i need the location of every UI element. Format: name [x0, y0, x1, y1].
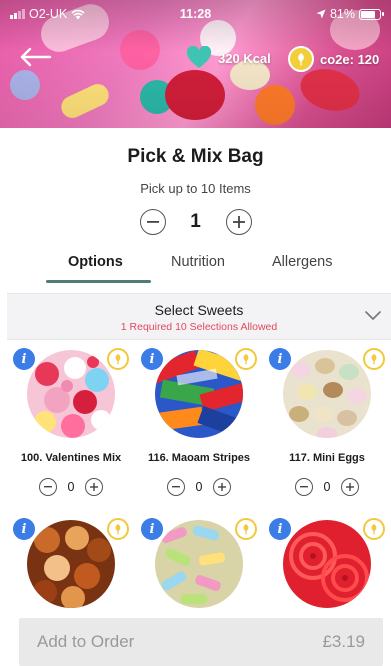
- product-image: [27, 350, 115, 438]
- plus-icon: [218, 483, 226, 491]
- eco-leaf-icon: [107, 518, 129, 540]
- item-stepper: 0: [135, 478, 263, 496]
- product-card[interactable]: i 117. Mini Eggs 0: [263, 344, 391, 514]
- decrease-quantity-button[interactable]: [139, 209, 166, 235]
- item-quantity: 0: [67, 480, 75, 494]
- section-title: Select Sweets: [154, 302, 244, 318]
- product-name: 116. Maoam Stripes: [147, 452, 251, 464]
- product-image: [155, 520, 243, 608]
- location-arrow-icon: [316, 9, 326, 19]
- decrease-item-button[interactable]: [167, 478, 185, 496]
- minus-icon: [44, 486, 52, 488]
- increase-item-button[interactable]: [341, 478, 359, 496]
- hero-banner: O2-UK 11:28 81% 320 Kcal co2e: 120: [0, 0, 391, 128]
- product-image: [155, 350, 243, 438]
- order-price: £3.19: [322, 632, 365, 651]
- product-name: 100. Valentines Mix: [20, 452, 122, 464]
- plus-icon: [90, 483, 98, 491]
- tab-nutrition[interactable]: Nutrition: [171, 254, 225, 270]
- tab-options[interactable]: Options: [68, 254, 123, 270]
- item-quantity: 0: [195, 480, 203, 494]
- status-bar: O2-UK 11:28 81%: [0, 6, 391, 24]
- decrease-item-button[interactable]: [295, 478, 313, 496]
- eco-leaf-icon: [107, 348, 129, 370]
- select-sweets-header[interactable]: Select Sweets 1 Required 10 Selections A…: [7, 293, 391, 340]
- product-image: [27, 520, 115, 608]
- add-to-order-label: Add to Order: [37, 632, 135, 651]
- active-tab-indicator: [46, 280, 151, 283]
- co2-value: co2e: 120: [320, 51, 380, 67]
- plus-icon: [346, 483, 354, 491]
- eco-leaf-icon: [235, 348, 257, 370]
- quantity-stepper: 1: [0, 209, 391, 235]
- decrease-item-button[interactable]: [39, 478, 57, 496]
- battery-percent: 81%: [329, 7, 355, 21]
- item-stepper: 0: [7, 478, 135, 496]
- calorie-value: 320 Kcal: [218, 50, 271, 66]
- info-icon[interactable]: i: [269, 348, 291, 370]
- minus-icon: [172, 486, 180, 488]
- minus-icon: [300, 486, 308, 488]
- info-icon[interactable]: i: [141, 348, 163, 370]
- info-icon[interactable]: i: [269, 518, 291, 540]
- info-icon[interactable]: i: [13, 348, 35, 370]
- back-arrow-icon[interactable]: [18, 44, 52, 70]
- eco-leaf-icon: [363, 518, 385, 540]
- info-icon[interactable]: i: [13, 518, 35, 540]
- product-image: [283, 520, 371, 608]
- product-name: 117. Mini Eggs: [289, 452, 365, 464]
- tab-bar: Options Nutrition Allergens: [46, 250, 346, 284]
- plus-icon: [232, 216, 245, 228]
- co2-badge: co2e: 120: [288, 46, 379, 72]
- calorie-badge: 320 Kcal: [186, 46, 271, 70]
- product-image: [283, 350, 371, 438]
- battery-icon: [359, 8, 384, 20]
- product-subtitle: Pick up to 10 Items: [140, 181, 251, 196]
- eco-leaf-icon: [363, 348, 385, 370]
- eco-leaf-icon: [288, 46, 314, 72]
- quantity-value: 1: [190, 211, 201, 232]
- increase-item-button[interactable]: [85, 478, 103, 496]
- section-requirement: 1 Required 10 Selections Allowed: [120, 321, 278, 333]
- eco-leaf-icon: [235, 518, 257, 540]
- info-icon[interactable]: i: [141, 518, 163, 540]
- increase-item-button[interactable]: [213, 478, 231, 496]
- chevron-down-icon[interactable]: [365, 309, 381, 321]
- item-stepper: 0: [263, 478, 391, 496]
- item-quantity: 0: [323, 480, 331, 494]
- product-card[interactable]: i 100. Valentines Mix 0: [7, 344, 135, 514]
- product-card[interactable]: i 116. Maoam Stripes 0: [135, 344, 263, 514]
- increase-quantity-button[interactable]: [225, 209, 252, 235]
- tab-allergens[interactable]: Allergens: [272, 254, 332, 270]
- status-right: 81%: [316, 7, 384, 21]
- product-title: Pick & Mix Bag: [127, 146, 264, 167]
- heart-icon: [186, 46, 212, 68]
- add-to-order-button[interactable]: Add to Order £3.19: [19, 618, 383, 666]
- minus-icon: [146, 221, 159, 223]
